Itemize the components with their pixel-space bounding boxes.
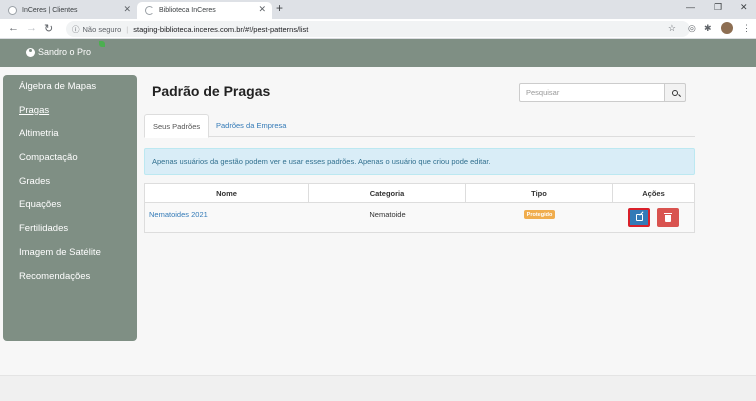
pattern-tabs: Seus Padrões Padrões da Empresa <box>144 114 695 138</box>
close-icon[interactable]: ✕ <box>258 4 266 15</box>
trash-icon <box>664 213 672 222</box>
sidebar-item-imagem-de-satelite[interactable]: Imagem de Satélite <box>3 247 137 271</box>
browser-tab-title: Biblioteca InCeres <box>159 7 216 14</box>
forward-icon[interactable]: → <box>26 22 37 34</box>
status-badge: Protegido <box>523 210 556 219</box>
tab-seus-padroes[interactable]: Seus Padrões <box>144 114 210 138</box>
column-header-tipo: Tipo <box>466 184 613 202</box>
column-header-acoes: Ações <box>642 188 665 198</box>
loading-icon <box>145 6 154 15</box>
address-bar[interactable]: ⓘ Não seguro | staging-biblioteca.incere… <box>66 21 690 37</box>
reload-icon[interactable]: ↻ <box>44 22 53 35</box>
edit-button[interactable] <box>628 208 650 227</box>
pattern-name-link[interactable]: Nematoides 2021 <box>145 203 309 232</box>
menu-icon[interactable]: ⋮ <box>742 23 751 34</box>
sidebar-item-fertilidades[interactable]: Fertilidades <box>3 223 137 247</box>
favicon-icon <box>8 6 17 15</box>
user-icon <box>26 47 35 57</box>
actions-cell <box>613 203 694 232</box>
close-icon[interactable]: ✕ <box>123 4 131 15</box>
patterns-table: Nome Categoria Tipo Ações Nematoides 202… <box>144 183 695 233</box>
leaf-icon <box>99 41 105 47</box>
table-header: Nome Categoria Tipo Ações <box>144 183 695 203</box>
page-title: Padrão de Pragas <box>152 83 271 99</box>
sidebar-item-grades[interactable]: Grades <box>3 176 137 200</box>
back-icon[interactable]: ← <box>8 22 19 34</box>
sidebar-item-altimetria[interactable]: Altimetria <box>3 128 137 152</box>
pattern-name[interactable]: Nematoides 2021 <box>149 210 208 219</box>
table-row: Nematoides 2021 Nematoide Protegido <box>144 203 695 233</box>
category-cell: Nematoide <box>309 203 466 232</box>
user-name: Sandro o Pro <box>38 47 92 57</box>
search-button[interactable] <box>665 83 686 102</box>
tab-padroes-da-empresa[interactable]: Padrões da Empresa <box>208 114 294 137</box>
browser-toolbar: ← → ↻ ⓘ Não seguro | staging-biblioteca.… <box>0 19 756 39</box>
url-text: staging-biblioteca.inceres.com.br/#!/pes… <box>133 24 309 34</box>
bookmark-star-icon[interactable]: ☆ <box>668 23 676 34</box>
app-header: Sandro o Pro <box>0 39 756 67</box>
sidebar-item-algebra-de-mapas[interactable]: Álgebra de Mapas <box>3 81 137 105</box>
type-cell: Protegido <box>466 203 613 232</box>
edit-icon <box>635 214 643 221</box>
sidebar: Álgebra de Mapas Pragas Altimetria Compa… <box>3 75 137 341</box>
avatar[interactable] <box>721 22 733 34</box>
browser-tab-title: InCeres | Clientes <box>22 7 78 14</box>
info-alert: Apenas usuários da gestão podem ver e us… <box>144 148 695 175</box>
delete-button[interactable] <box>657 208 679 227</box>
sidebar-item-recomendacoes[interactable]: Recomendações <box>3 271 137 295</box>
category-value: Nematoide <box>369 210 406 219</box>
minimize-icon[interactable]: — <box>686 2 695 12</box>
page-footer <box>0 375 756 401</box>
window-close-icon[interactable]: ✕ <box>740 2 748 13</box>
extension-icon[interactable]: ◎ <box>688 23 696 34</box>
search-group <box>519 83 686 102</box>
browser-tab-strip: InCeres | Clientes ✕ Biblioteca InCeres … <box>0 0 756 19</box>
search-input[interactable] <box>519 83 666 102</box>
puzzle-icon[interactable]: ✱ <box>704 23 712 34</box>
column-header-nome: Nome <box>145 184 309 202</box>
info-icon[interactable]: ⓘ <box>72 24 80 35</box>
column-header-categoria: Categoria <box>309 184 466 202</box>
browser-tab-biblioteca[interactable]: Biblioteca InCeres ✕ <box>137 2 272 19</box>
sidebar-item-equacoes[interactable]: Equações <box>3 199 137 223</box>
browser-tab-clientes[interactable]: InCeres | Clientes ✕ <box>0 2 137 19</box>
new-tab-icon[interactable]: + <box>276 1 283 15</box>
sidebar-item-pragas[interactable]: Pragas <box>3 105 137 129</box>
security-label: Não seguro <box>82 24 122 34</box>
divider: | <box>126 24 129 34</box>
user-menu[interactable]: Sandro o Pro <box>26 47 91 57</box>
maximize-icon[interactable]: ❐ <box>714 2 722 13</box>
sidebar-item-compactacao[interactable]: Compactação <box>3 152 137 176</box>
search-icon <box>672 89 679 96</box>
